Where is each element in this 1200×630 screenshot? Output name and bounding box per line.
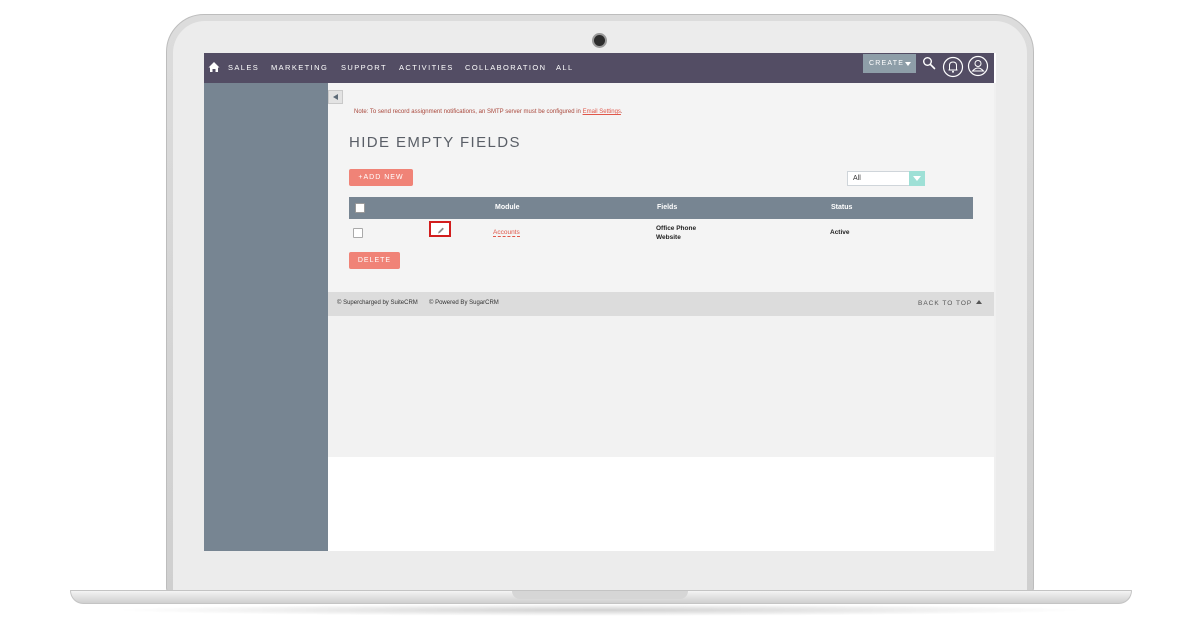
create-button[interactable]: CREATE — [863, 54, 916, 73]
nav-item-sales[interactable]: SALES — [228, 63, 259, 72]
fields-cell-line1: Office Phone — [656, 225, 697, 232]
sidebar — [204, 83, 328, 551]
table-header: Module Fields Status — [349, 197, 973, 219]
bell-icon[interactable] — [942, 56, 964, 78]
row-checkbox[interactable] — [353, 228, 363, 238]
select-all-checkbox[interactable] — [355, 203, 365, 213]
fields-cell-line2: Website — [656, 234, 681, 241]
filter-select[interactable]: All — [847, 171, 925, 186]
sidebar-collapse-icon[interactable] — [328, 90, 343, 104]
footer: © Supercharged by SuiteCRM © Powered By … — [328, 292, 994, 316]
column-header-fields[interactable]: Fields — [657, 204, 677, 211]
search-icon[interactable] — [922, 56, 936, 70]
home-icon[interactable] — [208, 61, 220, 73]
laptop-notch — [512, 591, 688, 599]
status-cell: Active — [830, 229, 850, 236]
create-button-label: CREATE — [869, 60, 905, 67]
user-icon[interactable] — [967, 55, 989, 77]
nav-item-marketing[interactable]: MARKETING — [271, 63, 328, 72]
webcam — [594, 35, 605, 46]
footer-supercharged[interactable]: © Supercharged by SuiteCRM — [337, 300, 418, 306]
chevron-down-icon — [905, 62, 911, 66]
edit-button[interactable] — [429, 221, 451, 237]
filter-select-value: All — [853, 175, 861, 182]
module-link[interactable]: Accounts — [493, 229, 520, 237]
column-header-status[interactable]: Status — [831, 204, 852, 211]
top-nav-bar: SALES MARKETING SUPPORT ACTIVITIES COLLA… — [204, 53, 994, 83]
nav-item-all[interactable]: ALL — [556, 63, 574, 72]
smtp-notice-text: Note: To send record assignment notifica… — [354, 109, 583, 115]
laptop-shadow — [110, 604, 1090, 616]
back-to-top-label: BACK TO TOP — [918, 300, 973, 307]
page-title: HIDE EMPTY FIELDS — [349, 134, 521, 151]
smtp-notice: Note: To send record assignment notifica… — [354, 109, 623, 115]
email-settings-link[interactable]: Email Settings — [583, 109, 621, 115]
delete-button[interactable]: DELETE — [349, 252, 400, 269]
nav-item-support[interactable]: SUPPORT — [341, 63, 387, 72]
column-header-module[interactable]: Module — [495, 204, 520, 211]
add-new-button[interactable]: +ADD NEW — [349, 169, 413, 186]
right-gutter — [994, 83, 996, 551]
screen: SALES MARKETING SUPPORT ACTIVITIES COLLA… — [204, 53, 996, 551]
module-cell: Accounts — [493, 229, 520, 237]
chevron-up-icon — [976, 300, 983, 304]
footer-powered[interactable]: © Powered By SugarCRM — [429, 300, 499, 306]
pencil-icon — [438, 227, 444, 234]
smtp-notice-end: . — [620, 109, 623, 115]
empty-content-area — [328, 316, 994, 457]
nav-item-activities[interactable]: ACTIVITIES — [399, 63, 454, 72]
back-to-top-link[interactable]: BACK TO TOP — [918, 300, 983, 307]
nav-item-collaboration[interactable]: COLLABORATION — [465, 63, 546, 72]
chevron-down-icon — [909, 171, 925, 186]
